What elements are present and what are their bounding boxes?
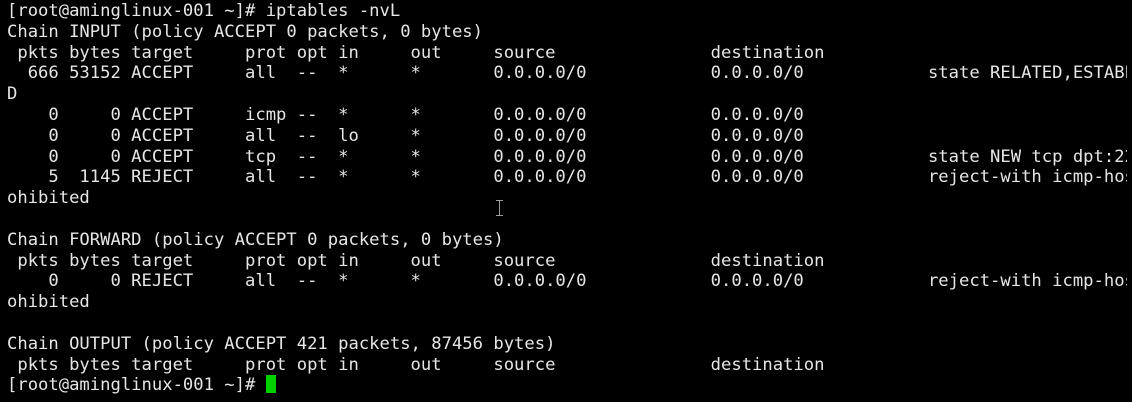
output-line-7: 0 0 ACCEPT tcp -- * * 0.0.0.0/0 0.0.0.0/… — [7, 146, 1127, 167]
command-line: [root@aminglinux-001 ~]# iptables -nvL — [7, 1, 401, 21]
output-line-9: ohibited — [7, 188, 90, 209]
shell-prompt: [root@aminglinux-001 ~]# — [7, 375, 266, 396]
output-line-10 — [7, 209, 1127, 230]
output-line-1: Chain INPUT (policy ACCEPT 0 packets, 0 … — [7, 21, 483, 42]
output-line-8: 5 1145 REJECT all -- * * 0.0.0.0/0 0.0.0… — [7, 167, 1127, 188]
output-line-5: 0 0 ACCEPT icmp -- * * 0.0.0.0/0 0.0.0.0… — [7, 104, 804, 125]
terminal-window[interactable]: [root@aminglinux-001 ~]# iptables -nvL C… — [0, 0, 1132, 402]
output-line-16: Chain OUTPUT (policy ACCEPT 421 packets,… — [7, 333, 556, 354]
output-line-15 — [7, 313, 1127, 334]
output-line-2: pkts bytes target prot opt in out source… — [7, 42, 825, 63]
output-line-14: ohibited — [7, 292, 90, 313]
output-line-11: Chain FORWARD (policy ACCEPT 0 packets, … — [7, 229, 504, 250]
prompt-line[interactable]: [root@aminglinux-001 ~]# — [7, 375, 1127, 396]
output-line-12: pkts bytes target prot opt in out source… — [7, 250, 825, 271]
output-line-3: 666 53152 ACCEPT all -- * * 0.0.0.0/0 0.… — [7, 63, 1127, 84]
output-line-4: D — [7, 84, 18, 105]
ibeam-mouse-pointer-icon — [495, 200, 505, 216]
output-line-17: pkts bytes target prot opt in out source… — [7, 354, 825, 375]
output-line-13: 0 0 REJECT all -- * * 0.0.0.0/0 0.0.0.0/… — [7, 271, 1127, 292]
output-line-6: 0 0 ACCEPT all -- lo * 0.0.0.0/0 0.0.0.0… — [7, 125, 804, 146]
text-cursor-icon — [265, 375, 276, 394]
terminal-screen: [root@aminglinux-001 ~]# iptables -nvL C… — [7, 1, 1127, 396]
